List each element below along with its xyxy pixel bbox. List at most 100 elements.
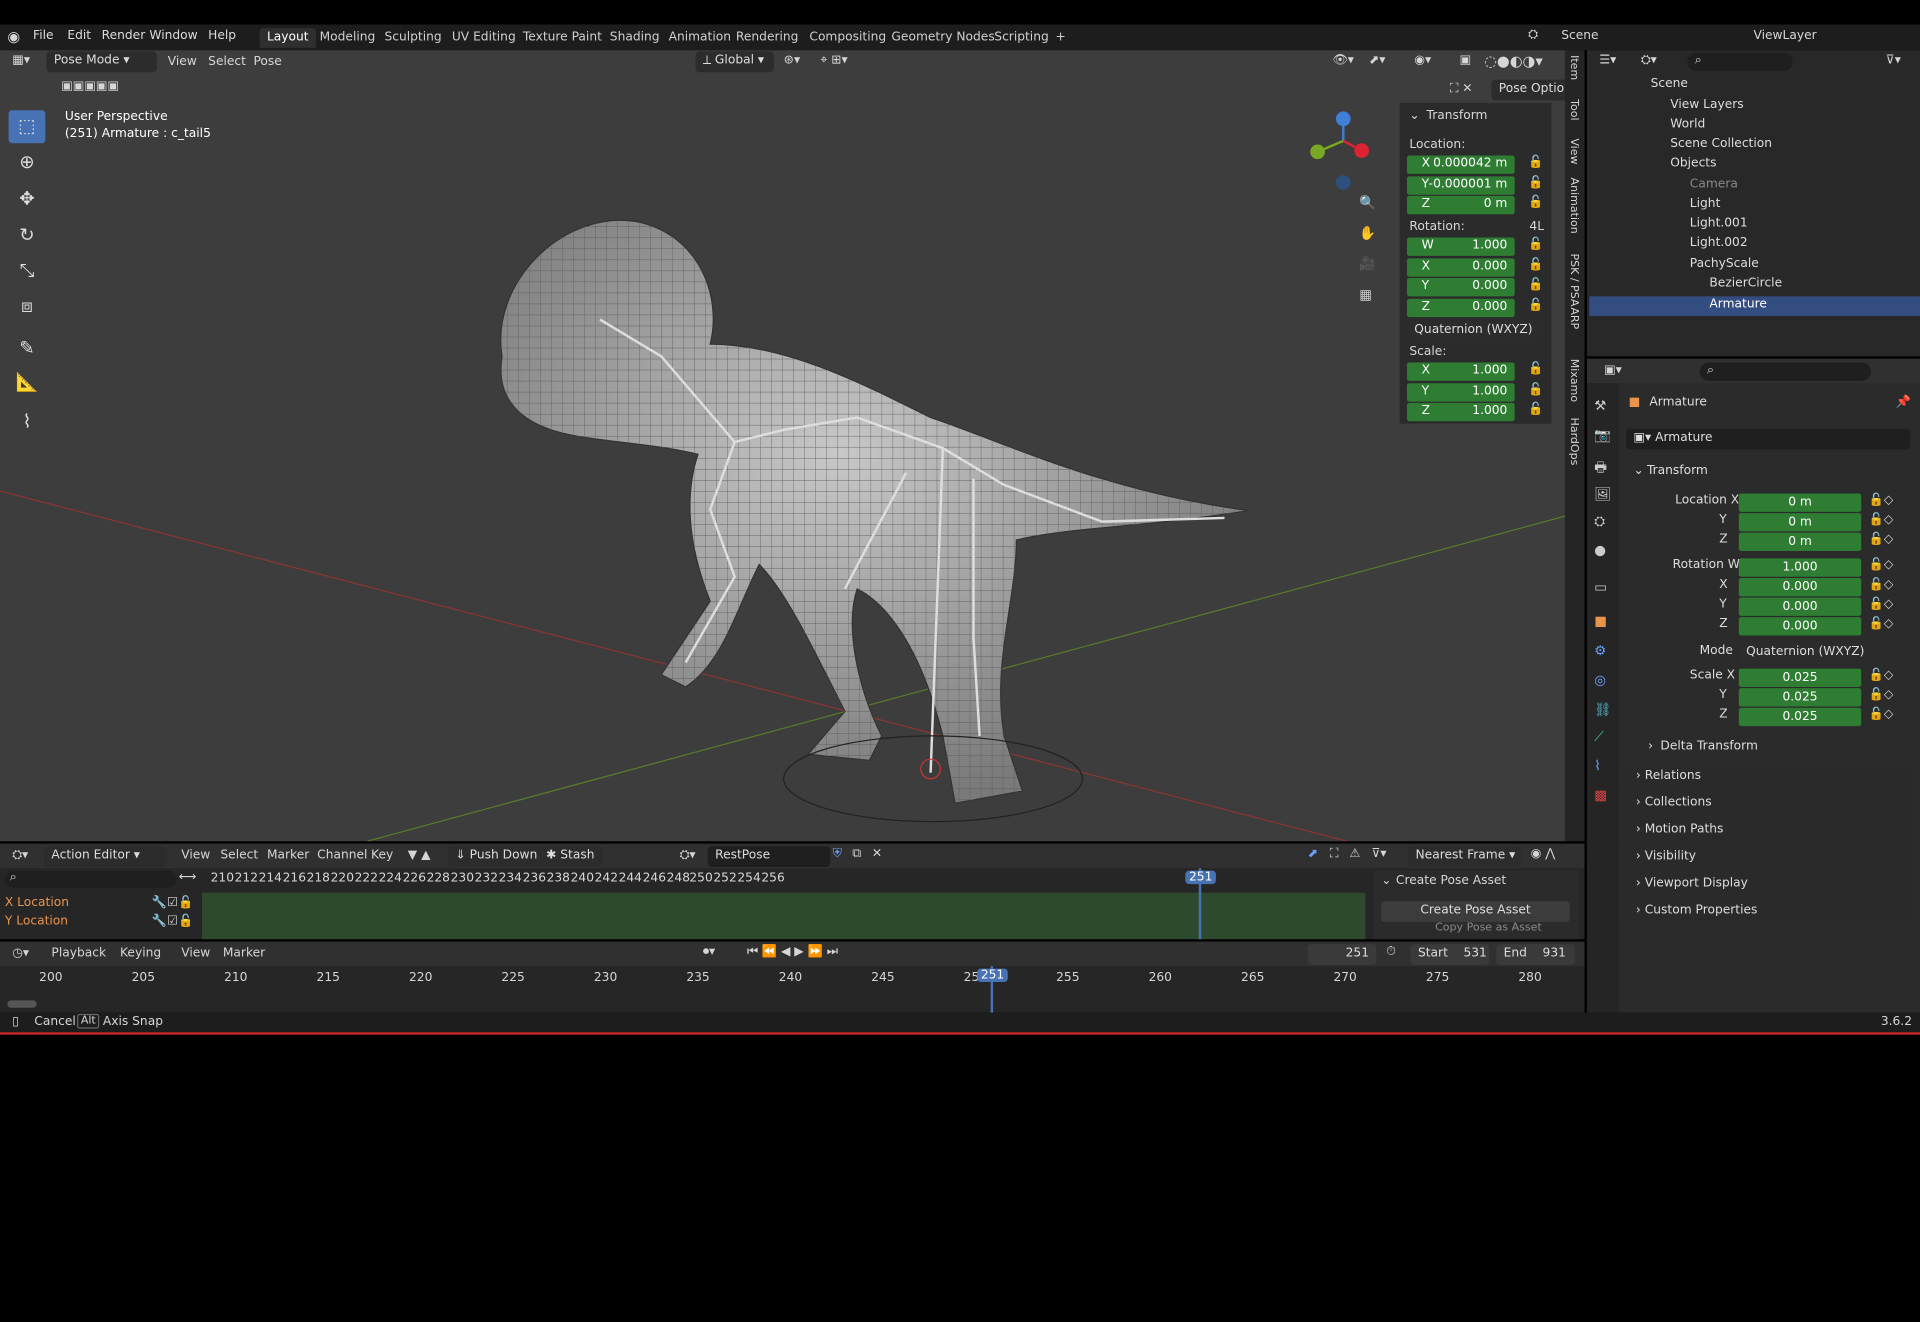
xray-icon[interactable]: ▣ <box>1460 54 1472 67</box>
workspace-tab-compositing[interactable]: Compositing <box>802 28 893 48</box>
vp-menu-pose[interactable]: Pose <box>253 55 281 68</box>
ortho-grid-icon[interactable]: ▦ <box>1359 287 1372 303</box>
workspace-tab-geometry-nodes[interactable]: Geometry Nodes <box>884 28 1002 48</box>
lock-icon[interactable]: 🔓◇ <box>1869 669 1894 682</box>
only-selected-icon[interactable]: ⬈ <box>1308 847 1318 860</box>
pivot-icon[interactable]: ⊛▾ <box>784 54 800 67</box>
outliner-item-scene-collection[interactable]: Scene Collection <box>1670 137 1817 157</box>
outliner-item-scene[interactable]: Scene <box>1651 77 1798 97</box>
texture-tab-icon[interactable]: ▩ <box>1594 787 1607 803</box>
workspace-tab-scripting[interactable]: Scripting <box>987 28 1056 48</box>
tool-tab-icon[interactable]: ⚒ <box>1594 398 1606 414</box>
channel-x-location[interactable]: X Location <box>5 896 69 909</box>
physics-tab-icon[interactable]: ◎ <box>1594 672 1606 688</box>
menu-render[interactable]: Render <box>102 29 146 42</box>
chevron-down-icon[interactable]: ⌄ <box>1409 109 1419 122</box>
transform-tool-icon[interactable]: ⧈ <box>9 290 46 323</box>
action-name-field[interactable]: RestPose <box>707 846 831 867</box>
rotation-field-1[interactable]: 0.000 <box>1738 577 1862 597</box>
orientation-selector[interactable]: ⟂ Global ▾ <box>695 51 774 73</box>
view-layer-tab-icon[interactable]: 🖼 <box>1594 486 1611 502</box>
section-viewport-display[interactable]: › Viewport Display <box>1623 871 1911 897</box>
lock-icon[interactable]: 🔓 <box>1528 176 1543 189</box>
create-pose-asset-button[interactable]: Create Pose Asset <box>1381 901 1570 923</box>
ae-menu-marker[interactable]: Marker <box>267 849 309 862</box>
lock-icon[interactable]: 🔓◇ <box>1869 688 1894 701</box>
render-tab-icon[interactable]: 📷 <box>1594 427 1611 443</box>
lock-icon[interactable]: 🔓◇ <box>1869 533 1894 546</box>
zoom-icon[interactable]: 🔍 <box>1359 195 1376 211</box>
workspace-tab-sculpting[interactable]: Sculpting <box>377 28 449 48</box>
data-tab-icon[interactable]: ⟋ <box>1594 729 1603 746</box>
lock-icon[interactable]: 🔓◇ <box>1869 513 1894 526</box>
stopwatch-icon[interactable]: ⏱ <box>1386 945 1396 958</box>
dopesheet-editor-icon[interactable]: ⛭▾ <box>12 849 28 862</box>
blender-logo-icon[interactable]: ◉ <box>7 28 20 45</box>
editor-type-icon[interactable]: ▦▾ <box>12 54 30 67</box>
filter-icon[interactable]: ⊽▾ <box>1886 54 1901 67</box>
annotate-tool-icon[interactable]: ✎ <box>9 332 46 365</box>
lock-icon[interactable]: 🔓 <box>1528 238 1543 251</box>
action-editor-mode[interactable]: Action Editor ▾ <box>44 846 167 867</box>
sidebar-tab-arp[interactable]: ARP <box>1567 307 1579 329</box>
action-editor-current-frame[interactable]: 251 <box>1185 870 1217 885</box>
outliner-item-armature[interactable]: Armature <box>1709 298 1782 318</box>
transform-affect-icon[interactable]: ⛶ ✕ <box>1450 82 1473 95</box>
timeline-editor-icon[interactable]: ◷▾ <box>12 947 29 960</box>
key-dropdown-icon[interactable]: ▼ ▲ <box>408 849 431 862</box>
start-frame-field[interactable]: Start 531 <box>1410 944 1489 965</box>
object-tab-icon[interactable]: ■ <box>1594 613 1607 629</box>
lock-icon[interactable]: 🔓 <box>1528 403 1543 416</box>
ae-menu-view[interactable]: View <box>181 849 210 862</box>
show-hidden-icon[interactable]: ⛶ <box>1330 847 1339 860</box>
mode-selector[interactable]: Pose Mode ▾ <box>46 51 157 73</box>
record-icon[interactable]: ⏺▾ <box>703 945 715 958</box>
snap-mode-select[interactable]: Nearest Frame ▾ <box>1408 846 1521 867</box>
object-name-field[interactable]: ▣▾ Armature <box>1626 428 1911 450</box>
stash-button[interactable]: ✱ Stash <box>538 846 602 867</box>
lock-icon[interactable]: 🔓◇ <box>1869 708 1894 721</box>
workspace-tab-animation[interactable]: Animation <box>661 28 738 48</box>
constraints-tab-icon[interactable]: ⛓ <box>1594 702 1611 718</box>
current-frame-field[interactable]: 251 <box>1307 944 1377 965</box>
push-down-button[interactable]: ⇓ Push Down <box>448 846 545 867</box>
transform-chevron-icon[interactable]: ⌄ <box>1633 464 1643 477</box>
sidebar-tab-hardops[interactable]: HardOps <box>1567 418 1579 466</box>
view-layer-name[interactable]: ViewLayer <box>1753 29 1816 42</box>
menu-help[interactable]: Help <box>208 29 236 42</box>
scene-name[interactable]: Scene <box>1561 29 1598 42</box>
3d-viewport[interactable]: ▦▾ Pose Mode ▾ View Select Pose ⟂ Global… <box>0 50 1568 842</box>
channel-toggles-icon[interactable]: 🔧☑🔓 <box>152 896 193 909</box>
lock-icon[interactable]: 🔓◇ <box>1869 578 1894 591</box>
shading-modes-icon[interactable]: ◌●◐◑▾ <box>1484 53 1543 70</box>
world-tab-icon[interactable]: ● <box>1594 542 1606 558</box>
timeline-menu-keying[interactable]: Keying <box>120 947 161 960</box>
rotation-field-2[interactable]: 0.000 <box>1738 597 1862 616</box>
menu-file[interactable]: File <box>33 29 53 42</box>
properties-search-input[interactable] <box>1699 362 1872 381</box>
outliner-item-pachyscale[interactable]: PachyScale <box>1690 257 1837 277</box>
timeline-current-frame[interactable]: 251 <box>977 968 1008 983</box>
properties-editor-icon[interactable]: ▣▾ <box>1604 364 1622 377</box>
pin-icon[interactable]: 📌 <box>1896 396 1911 409</box>
lock-icon[interactable]: 🔓 <box>1528 362 1543 375</box>
keyframe-area[interactable] <box>202 892 1366 940</box>
lock-icon[interactable]: 🔓 <box>1528 383 1543 396</box>
swap-icon[interactable]: ⟷ <box>179 871 197 884</box>
rotate-tool-icon[interactable]: ↻ <box>9 219 46 252</box>
camera-view-icon[interactable]: 🎥 <box>1359 256 1376 272</box>
snap-icon[interactable]: ⌖ ⊞▾ <box>820 54 847 67</box>
move-tool-icon[interactable]: ✥ <box>9 182 46 215</box>
workspace-tab-layout[interactable]: Layout <box>259 28 316 48</box>
select-box-tool-icon[interactable]: ⬚ <box>8 110 46 144</box>
ae-menu-channel[interactable]: Channel <box>317 849 367 862</box>
scene-icon[interactable]: ⛭ <box>1528 28 1538 41</box>
playback-controls-icon[interactable]: ⏮ ⏪ ◀ ▶ ⏩ ⏭ <box>747 945 838 958</box>
proportional-icon[interactable]: ◉ ⋀ <box>1531 847 1556 860</box>
fake-user-icon[interactable]: ⛨ <box>833 847 842 860</box>
gizmo-icon[interactable]: ⬈▾ <box>1369 54 1385 67</box>
lock-icon[interactable]: 🔓 <box>1528 298 1543 311</box>
channel-toggles-icon[interactable]: 🔧☑🔓 <box>152 915 193 928</box>
location-field-2[interactable]: 0 m <box>1738 532 1862 552</box>
timeline-menu-marker[interactable]: Marker <box>223 947 265 960</box>
